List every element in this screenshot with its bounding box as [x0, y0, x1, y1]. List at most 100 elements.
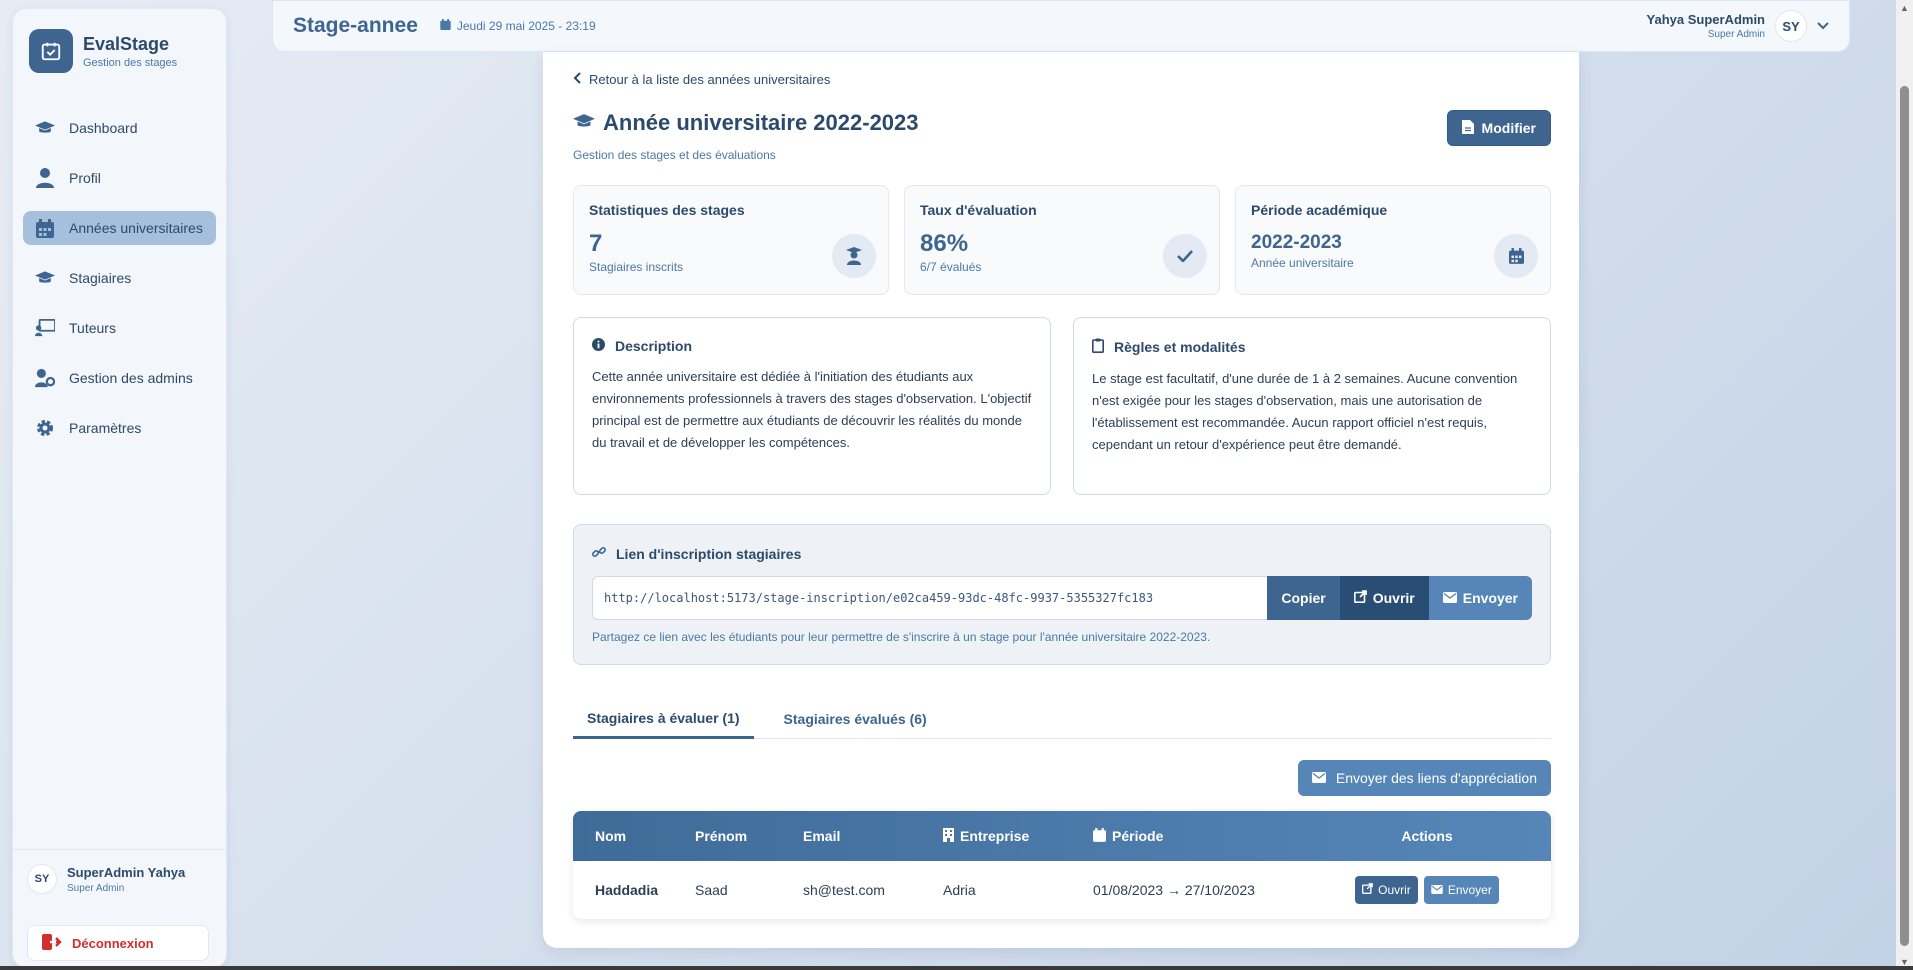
- stat-value: 2022-2023: [1251, 232, 1342, 253]
- info-icon: [592, 338, 605, 354]
- sidebar-item-profil[interactable]: Profil: [23, 161, 216, 195]
- cell-email: sh@test.com: [803, 882, 885, 898]
- sidebar-item-dashboard[interactable]: Dashboard: [23, 111, 216, 145]
- calendar-icon: [1093, 827, 1106, 845]
- link-icon: [591, 545, 607, 562]
- column-header-email: Email: [803, 828, 841, 844]
- user-graduate-icon: [832, 234, 876, 278]
- clipboard-icon: [1092, 338, 1104, 356]
- send-appreciation-links-button[interactable]: Envoyer des liens d'appréciation: [1297, 760, 1551, 796]
- tab-stagiaires-a-evaluer[interactable]: Stagiaires à évaluer (1): [573, 699, 754, 739]
- graduation-cap-icon: [573, 110, 595, 136]
- gear-icon: [35, 418, 55, 438]
- calendar-icon: [440, 19, 451, 33]
- sidebar: EvalStage Gestion des stages Dashboard P…: [12, 8, 227, 968]
- edit-button[interactable]: Modifier: [1446, 110, 1551, 146]
- app-tagline: Gestion des stages: [83, 56, 178, 69]
- sidebar-item-tuteurs[interactable]: Tuteurs: [23, 311, 216, 345]
- edit-button-label: Modifier: [1481, 120, 1536, 136]
- table-row: Haddadia Saad sh@test.com Adria 01/08/20…: [573, 861, 1551, 919]
- info-cards: Description Cette année universitaire es…: [573, 317, 1551, 495]
- stat-sub: Stagiaires inscrits: [589, 260, 684, 274]
- sidebar-item-label: Stagiaires: [69, 270, 132, 286]
- user-menu[interactable]: Yahya SuperAdmin Super Admin SY: [1647, 10, 1829, 42]
- scroll-up-arrow-icon[interactable]: ▲: [1900, 3, 1909, 13]
- graduation-cap-icon: [35, 118, 55, 138]
- send-link-button[interactable]: Envoyer: [1428, 576, 1532, 620]
- envelope-icon: [1431, 883, 1443, 897]
- column-header-prenom: Prénom: [695, 828, 748, 844]
- card-title-text: Règles et modalités: [1114, 339, 1246, 355]
- stat-value: 86%: [920, 230, 969, 257]
- sidebar-item-label: Gestion des admins: [69, 370, 193, 386]
- section-title-text: Année universitaire 2022-2023: [603, 110, 919, 135]
- card-title-text: Description: [615, 338, 693, 354]
- window-bottom-edge: [0, 966, 1913, 970]
- column-header-periode-label: Période: [1112, 828, 1164, 844]
- row-open-button[interactable]: Ouvrir: [1355, 876, 1418, 904]
- signup-url-field[interactable]: http://localhost:5173/stage-inscription/…: [592, 576, 1268, 620]
- check-icon: [1163, 234, 1207, 278]
- row-open-label: Ouvrir: [1378, 883, 1411, 897]
- section-title: Année universitaire 2022-2023: [573, 110, 919, 136]
- external-link-icon: [1362, 883, 1373, 897]
- scrollbar-thumb[interactable]: [1900, 86, 1909, 946]
- topbar-user-role: Super Admin: [1707, 29, 1765, 40]
- card-title: Description: [592, 338, 1032, 354]
- chalkboard-teacher-icon: [35, 318, 55, 338]
- sidebar-item-label: Paramètres: [69, 420, 142, 436]
- avatar: SY: [27, 864, 57, 894]
- envelope-icon: [1442, 590, 1457, 606]
- chevron-down-icon[interactable]: [1817, 17, 1829, 35]
- brand[interactable]: EvalStage Gestion des stages: [13, 9, 226, 93]
- column-header-nom: Nom: [595, 828, 627, 844]
- envelope-icon: [1311, 770, 1326, 786]
- sidebar-item-label: Profil: [69, 170, 101, 186]
- back-link-label: Retour à la liste des années universitai…: [589, 72, 831, 87]
- stat-card-stages: Statistiques des stages 7 Stagiaires ins…: [573, 185, 889, 295]
- sidebar-user-name: SuperAdmin Yahya: [67, 864, 186, 880]
- stagiaires-table: Nom Prénom Email Entreprise Période Acti…: [573, 811, 1551, 919]
- open-link-button[interactable]: Ouvrir: [1339, 576, 1429, 620]
- sidebar-item-label: Dashboard: [69, 120, 138, 136]
- sidebar-item-stagiaires[interactable]: Stagiaires: [23, 261, 216, 295]
- link-row: http://localhost:5173/stage-inscription/…: [592, 576, 1532, 620]
- app-name: EvalStage: [83, 33, 170, 54]
- tab-stagiaires-evalues[interactable]: Stagiaires évalués (6): [770, 699, 941, 739]
- stat-label: Statistiques des stages: [589, 202, 745, 218]
- column-header-actions: Actions: [1401, 828, 1453, 844]
- stat-label: Période académique: [1251, 202, 1388, 218]
- logout-button[interactable]: Déconnexion: [27, 925, 209, 961]
- cell-prenom: Saad: [695, 882, 728, 898]
- sidebar-user[interactable]: SY SuperAdmin Yahya Super Admin: [13, 849, 226, 908]
- row-send-label: Envoyer: [1447, 883, 1492, 897]
- rules-text: Le stage est facultatif, d'une durée de …: [1092, 371, 1518, 452]
- chevron-left-icon: [573, 72, 581, 87]
- description-text: Cette année universitaire est dédiée à l…: [592, 369, 1032, 450]
- column-header-entreprise-label: Entreprise: [960, 828, 1030, 844]
- row-send-button[interactable]: Envoyer: [1423, 876, 1499, 904]
- copy-button[interactable]: Copier: [1267, 576, 1340, 620]
- stat-card-evaluation: Taux d'évaluation 86% 6/7 évalués: [904, 185, 1220, 295]
- topbar: Stage-annee Jeudi 29 mai 2025 - 23:19 Ya…: [272, 0, 1850, 52]
- sidebar-item-gestion-admins[interactable]: Gestion des admins: [23, 361, 216, 395]
- stat-sub: Année universitaire: [1251, 256, 1354, 270]
- rules-card: Règles et modalités Le stage est faculta…: [1073, 317, 1551, 495]
- stat-value: 7: [589, 230, 603, 257]
- stat-label: Taux d'évaluation: [920, 202, 1037, 218]
- user-icon: [35, 168, 55, 188]
- back-link[interactable]: Retour à la liste des années universitai…: [573, 72, 1551, 87]
- sidebar-item-label: Tuteurs: [69, 320, 116, 336]
- user-gear-icon: [35, 368, 55, 388]
- stat-sub: 6/7 évalués: [920, 260, 982, 274]
- topbar-user-name: Yahya SuperAdmin: [1646, 12, 1765, 27]
- send-appreciation-links-label: Envoyer des liens d'appréciation: [1335, 770, 1537, 786]
- sidebar-item-annees-universitaires[interactable]: Années universitaires: [23, 211, 216, 245]
- graduation-cap-icon: [35, 268, 55, 288]
- page-scrollbar[interactable]: ▲ ▼: [1896, 0, 1913, 970]
- date-text: Jeudi 29 mai 2025 - 23:19: [456, 19, 596, 33]
- page-title: Stage-annee: [293, 14, 418, 37]
- sidebar-item-parametres[interactable]: Paramètres: [23, 411, 216, 445]
- main-panel: Retour à la liste des années universitai…: [543, 52, 1579, 948]
- stat-card-periode: Période académique 2022-2023 Année unive…: [1235, 185, 1551, 295]
